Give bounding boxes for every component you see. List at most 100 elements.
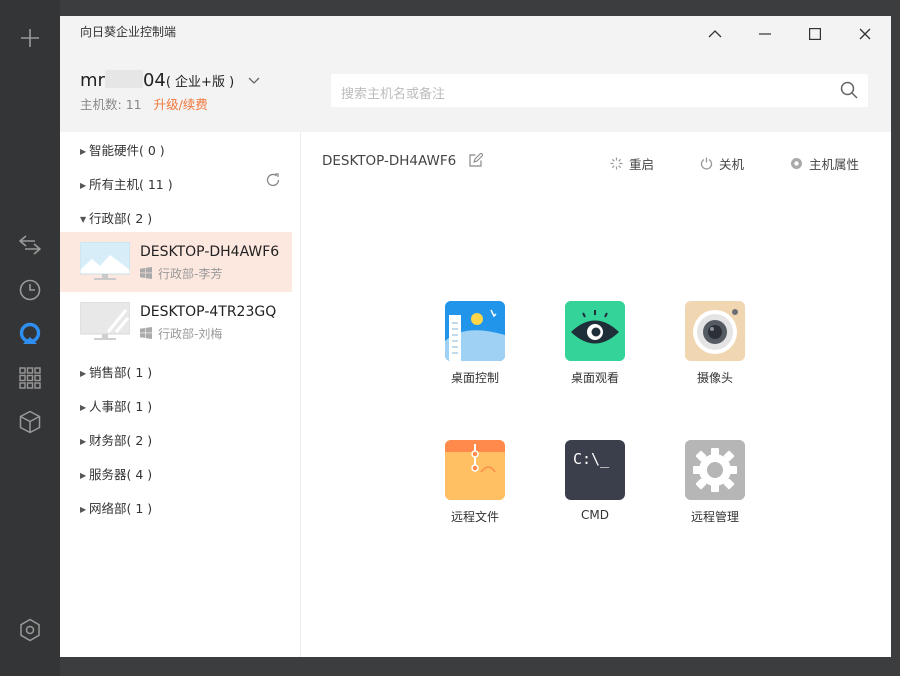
tile-cmd[interactable]: C:\_ CMD xyxy=(550,440,640,522)
minimize-button[interactable] xyxy=(755,24,775,44)
account-selector[interactable]: mr 04( 企业+版 ) xyxy=(80,68,260,91)
host-properties-button[interactable]: 主机属性 xyxy=(790,154,859,173)
chevron-up-icon xyxy=(708,30,722,38)
host-detail-pane: DESKTOP-DH4AWF6 重启 关机 主机属性 桌面控制 桌面观看 摄像头… xyxy=(301,132,891,657)
left-rail xyxy=(0,0,60,676)
account-name-prefix: mr xyxy=(80,70,105,91)
tile-remote-file[interactable]: 远程文件 xyxy=(430,440,520,525)
tile-desktop-view[interactable]: 桌面观看 xyxy=(550,301,640,386)
transfer-icon[interactable] xyxy=(18,233,42,257)
account-name-suffix: 04 xyxy=(142,70,166,91)
group-admin[interactable]: ▼ 行政部( 2 ) xyxy=(80,208,152,227)
host-meta: 行政部-刘梅 xyxy=(140,325,222,342)
search-box[interactable]: 搜索主机名或备注 xyxy=(331,74,868,107)
expand-triangle-icon: ▶ xyxy=(80,147,87,156)
group-smart-hardware[interactable]: ▶ 智能硬件( 0 ) xyxy=(80,140,165,159)
host-item[interactable]: DESKTOP-4TR23GQ 行政部-刘梅 xyxy=(60,292,292,352)
power-icon xyxy=(700,157,713,170)
tile-label: 摄像头 xyxy=(696,371,733,385)
host-group-sidebar: ▶ 智能硬件( 0 ) ▶ 所有主机( 11 ) ▼ 行政部( 2 ) DESKTOP… xyxy=(60,132,301,657)
app-title: 向日葵企业控制端 xyxy=(80,25,177,39)
group-label: 智能硬件( 0 ) xyxy=(89,143,165,158)
monitor-thumbnail-icon xyxy=(80,302,130,340)
remote-file-icon xyxy=(445,440,505,500)
host-owner: 行政部-刘梅 xyxy=(158,327,223,341)
group-label: 服务器( 4 ) xyxy=(89,467,153,482)
host-count-info: 主机数: 11 升级/续费 xyxy=(80,94,208,113)
host-name: DESKTOP-4TR23GQ xyxy=(140,304,277,320)
search-input[interactable]: 搜索主机名或备注 xyxy=(341,83,445,102)
restart-label: 重启 xyxy=(629,157,655,172)
group-all-hosts[interactable]: ▶ 所有主机( 11 ) xyxy=(80,174,173,193)
host-owner: 行政部-李芳 xyxy=(158,267,223,281)
group-hr[interactable]: ▶ 人事部( 1 ) xyxy=(80,396,152,415)
app-window: 向日葵企业控制端 mr 04( 企业+版 ) 主机数: 11 升级/续费 搜索主机… xyxy=(60,16,891,657)
gear-icon xyxy=(791,158,802,169)
account-name-redacted xyxy=(104,70,143,88)
collapse-triangle-icon: ▼ xyxy=(80,215,87,224)
account-edition: ( 企业+版 ) xyxy=(165,75,235,90)
hardware-cube-icon[interactable] xyxy=(18,410,42,434)
close-button[interactable] xyxy=(855,24,875,44)
settings-icon[interactable] xyxy=(18,618,42,642)
expand-triangle-icon: ▶ xyxy=(80,403,87,412)
group-label: 人事部( 1 ) xyxy=(89,399,153,414)
apps-grid-icon[interactable] xyxy=(18,366,42,390)
camera-icon xyxy=(685,301,745,361)
maximize-icon xyxy=(809,28,821,40)
host-title-text: DESKTOP-DH4AWF6 xyxy=(322,153,457,169)
windows-icon xyxy=(140,267,152,282)
history-icon[interactable] xyxy=(18,278,42,302)
cmd-icon: C:\_ xyxy=(565,440,625,500)
host-item[interactable]: DESKTOP-DH4AWF6 行政部-李芳 xyxy=(60,232,292,292)
expand-triangle-icon: ▶ xyxy=(80,437,87,446)
desktop-view-icon xyxy=(565,301,625,361)
collapse-button[interactable] xyxy=(705,24,725,44)
host-name: DESKTOP-DH4AWF6 xyxy=(140,244,280,260)
tile-desktop-control[interactable]: 桌面控制 xyxy=(430,301,520,386)
cmd-glyph: C:\_ xyxy=(573,450,610,468)
add-icon[interactable] xyxy=(18,26,42,50)
tile-remote-manage[interactable]: 远程管理 xyxy=(670,440,760,525)
restart-button[interactable]: 重启 xyxy=(610,154,654,173)
group-sales[interactable]: ▶ 销售部( 1 ) xyxy=(80,362,152,381)
shutdown-button[interactable]: 关机 xyxy=(700,154,744,173)
tile-label: 远程文件 xyxy=(450,510,499,524)
search-icon[interactable] xyxy=(840,81,858,103)
windows-icon xyxy=(140,327,152,342)
header: 向日葵企业控制端 mr 04( 企业+版 ) 主机数: 11 升级/续费 搜索主机… xyxy=(60,16,891,132)
host-properties-label: 主机属性 xyxy=(809,157,860,172)
desktop-control-icon xyxy=(445,301,505,361)
host-count-label: 主机数: xyxy=(80,97,122,112)
group-network[interactable]: ▶ 网络部( 1 ) xyxy=(80,498,152,517)
upgrade-link[interactable]: 升级/续费 xyxy=(154,97,208,112)
host-title: DESKTOP-DH4AWF6 xyxy=(322,152,484,171)
tile-camera[interactable]: 摄像头 xyxy=(670,301,760,386)
group-label: 财务部( 2 ) xyxy=(89,433,153,448)
expand-triangle-icon: ▶ xyxy=(80,505,87,514)
tile-label: 桌面控制 xyxy=(450,371,499,385)
expand-triangle-icon: ▶ xyxy=(80,471,87,480)
host-meta: 行政部-李芳 xyxy=(140,265,222,282)
remote-manage-icon xyxy=(685,440,745,500)
tile-label: 桌面观看 xyxy=(570,371,619,385)
group-finance[interactable]: ▶ 财务部( 2 ) xyxy=(80,430,152,449)
group-label: 所有主机( 11 ) xyxy=(89,177,173,192)
edit-icon[interactable] xyxy=(468,152,484,171)
monitor-thumbnail-icon xyxy=(80,242,130,280)
maximize-button[interactable] xyxy=(805,24,825,44)
remote-host-icon[interactable] xyxy=(18,322,42,346)
expand-triangle-icon: ▶ xyxy=(80,181,87,190)
group-servers[interactable]: ▶ 服务器( 4 ) xyxy=(80,464,152,483)
tile-label: CMD xyxy=(581,508,609,522)
chevron-down-icon[interactable] xyxy=(248,68,260,89)
group-label: 行政部( 2 ) xyxy=(89,211,153,226)
refresh-icon[interactable] xyxy=(265,172,281,192)
group-label: 销售部( 1 ) xyxy=(89,365,153,380)
expand-triangle-icon: ▶ xyxy=(80,369,87,378)
group-label: 网络部( 1 ) xyxy=(89,501,153,516)
shutdown-label: 关机 xyxy=(719,157,745,172)
restart-icon xyxy=(610,157,623,170)
host-count: 11 xyxy=(125,97,142,112)
close-icon xyxy=(859,28,871,40)
